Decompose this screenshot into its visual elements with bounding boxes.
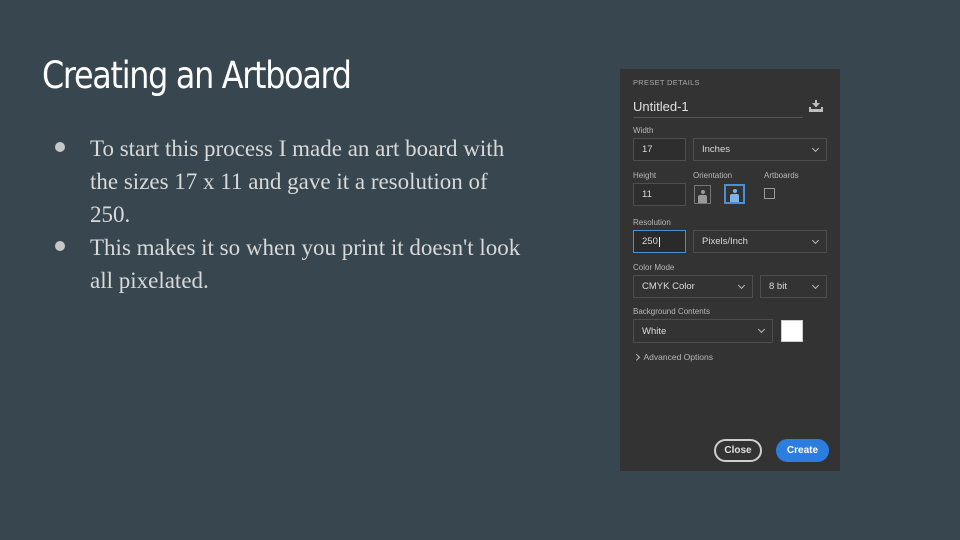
artboards-checkbox[interactable] <box>764 188 775 199</box>
background-contents-value: White <box>642 325 667 337</box>
bullet-list: To start this process I made an art boar… <box>53 132 533 297</box>
landscape-icon <box>730 189 739 202</box>
bit-depth-select[interactable]: 8 bit <box>760 275 827 298</box>
landscape-orientation-button[interactable] <box>724 184 745 204</box>
width-label: Width <box>633 126 654 135</box>
text-cursor <box>658 236 660 247</box>
document-name-input[interactable]: Untitled-1 <box>633 99 689 114</box>
chevron-down-icon <box>737 281 746 289</box>
color-mode-select[interactable]: CMYK Color <box>633 275 753 298</box>
height-label: Height <box>633 171 657 180</box>
new-document-dialog: PRESET DETAILS Untitled-1 Width 17 Inche… <box>620 69 840 471</box>
bullet-dot-icon <box>55 241 65 251</box>
color-mode-label: Color Mode <box>633 263 675 272</box>
background-color-swatch[interactable] <box>781 320 803 342</box>
chevron-down-icon <box>757 325 766 334</box>
preset-details-heading: PRESET DETAILS <box>633 78 700 87</box>
save-preset-icon[interactable] <box>808 99 824 113</box>
close-button[interactable]: Close <box>714 439 762 462</box>
width-input[interactable]: 17 <box>633 138 686 161</box>
resolution-label: Resolution <box>633 218 671 227</box>
bullet-item: This makes it so when you print it doesn… <box>53 231 533 297</box>
advanced-options-label: Advanced Options <box>643 352 713 362</box>
background-contents-select[interactable]: White <box>633 319 773 343</box>
create-button[interactable]: Create <box>776 439 829 462</box>
height-value: 11 <box>642 189 652 200</box>
resolution-input[interactable]: 250 <box>633 230 686 253</box>
background-contents-label: Background Contents <box>633 307 710 316</box>
bullet-text: To start this process I made an art boar… <box>90 136 505 227</box>
width-unit-value: Inches <box>702 144 730 155</box>
portrait-orientation-button[interactable] <box>694 185 711 204</box>
slide-title: Creating an Artboard <box>42 54 352 97</box>
portrait-icon <box>698 190 707 203</box>
resolution-value: 250 <box>642 236 658 247</box>
bullet-item: To start this process I made an art boar… <box>53 132 533 231</box>
name-underline <box>633 117 803 118</box>
chevron-down-icon <box>811 236 820 244</box>
bit-depth-value: 8 bit <box>769 281 787 292</box>
resolution-unit-value: Pixels/Inch <box>702 236 748 247</box>
width-value: 17 <box>642 144 653 155</box>
color-mode-value: CMYK Color <box>642 281 695 292</box>
resolution-unit-select[interactable]: Pixels/Inch <box>693 230 827 253</box>
chevron-right-icon <box>633 353 640 361</box>
artboards-label: Artboards <box>764 171 799 180</box>
bullet-dot-icon <box>55 142 65 152</box>
chevron-down-icon <box>811 281 820 289</box>
height-input[interactable]: 11 <box>633 183 686 206</box>
width-unit-select[interactable]: Inches <box>693 138 827 161</box>
advanced-options-toggle[interactable]: Advanced Options <box>633 352 713 362</box>
orientation-label: Orientation <box>693 171 733 180</box>
bullet-text: This makes it so when you print it doesn… <box>90 235 521 293</box>
chevron-down-icon <box>811 144 820 152</box>
